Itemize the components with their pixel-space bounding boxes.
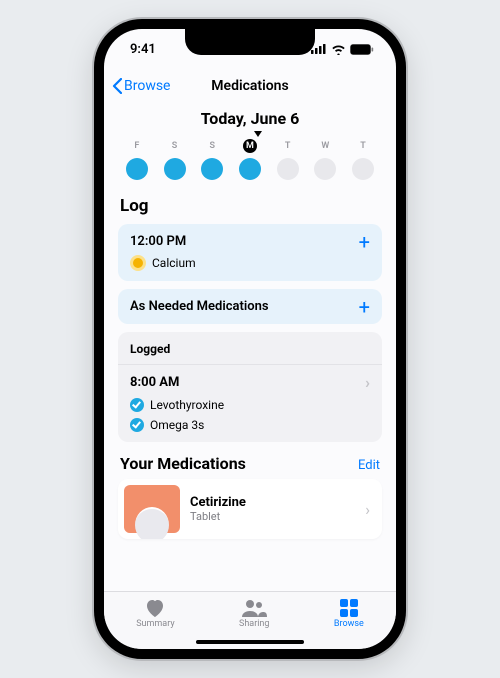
tab-label: Browse xyxy=(334,619,364,629)
chevron-right-icon: › xyxy=(365,500,370,519)
tab-label: Summary xyxy=(136,619,174,629)
medication-card[interactable]: Cetirizine Tablet › xyxy=(118,479,382,539)
your-meds-title: Your Medications xyxy=(120,454,246,473)
home-indicator[interactable] xyxy=(196,640,304,644)
logged-label: Logged xyxy=(130,342,370,356)
grid-icon xyxy=(339,598,359,618)
content: Today, June 6 F S S M T W T Log 12:00 PM + Cal… xyxy=(104,103,396,591)
heart-icon xyxy=(144,598,166,618)
week-day-letter: F xyxy=(130,139,144,153)
back-label: Browse xyxy=(124,78,170,94)
week-day-letter: S xyxy=(168,139,182,153)
medication-form: Tablet xyxy=(190,510,246,523)
medication-thumb-icon xyxy=(124,485,180,533)
chevron-left-icon xyxy=(112,78,122,94)
tab-browse[interactable]: Browse xyxy=(334,598,364,629)
logged-time: 8:00 AM xyxy=(130,375,179,390)
week-day-dot xyxy=(126,158,148,180)
status-time: 9:41 xyxy=(130,42,156,57)
nav-header: Browse Medications xyxy=(104,69,396,103)
week-day-letter: M xyxy=(243,139,257,153)
week-day[interactable]: S xyxy=(160,139,190,180)
add-as-needed-button[interactable]: + xyxy=(359,300,370,314)
edit-button[interactable]: Edit xyxy=(358,458,380,473)
week-day-letter: W xyxy=(318,139,332,153)
logged-med-name: Levothyroxine xyxy=(150,398,224,412)
tab-label: Sharing xyxy=(239,619,269,629)
week-day-dot xyxy=(201,158,223,180)
scheduled-card[interactable]: 12:00 PM + Calcium xyxy=(118,224,382,281)
logged-card[interactable]: Logged 8:00 AM › Levothyroxine Omega 3s xyxy=(118,332,382,442)
week-day-dot xyxy=(239,158,261,180)
week-row: FSSMTWT xyxy=(118,139,382,180)
scheduled-med-name: Calcium xyxy=(152,256,196,270)
battery-icon xyxy=(350,44,374,55)
today-indicator-icon xyxy=(254,131,262,137)
week-day[interactable]: S xyxy=(197,139,227,180)
back-button[interactable]: Browse xyxy=(112,69,170,103)
notch xyxy=(185,29,315,55)
tab-sharing[interactable]: Sharing xyxy=(239,598,269,629)
date-header: Today, June 6 F S S M T W T xyxy=(118,109,382,180)
tab-bar: Summary Sharing Browse xyxy=(104,591,396,649)
check-icon xyxy=(130,418,144,432)
tab-summary[interactable]: Summary xyxy=(136,598,174,629)
divider xyxy=(118,364,382,365)
logged-med-row: Omega 3s xyxy=(130,418,370,432)
week-day-letter: T xyxy=(281,139,295,153)
scheduled-time: 12:00 PM xyxy=(130,234,186,249)
week-day-letter: S xyxy=(205,139,219,153)
week-day-dot xyxy=(277,158,299,180)
week-day[interactable]: W xyxy=(310,139,340,180)
check-icon xyxy=(130,398,144,412)
week-day[interactable]: T xyxy=(273,139,303,180)
scheduled-med-row: Calcium xyxy=(130,255,370,271)
as-needed-label: As Needed Medications xyxy=(130,299,269,314)
your-meds-header: Your Medications Edit xyxy=(120,454,380,473)
week-day[interactable]: F xyxy=(122,139,152,180)
page-title: Medications xyxy=(211,78,288,94)
week-day[interactable]: M xyxy=(235,139,265,180)
medication-name: Cetirizine xyxy=(190,495,246,510)
week-day-letter: T xyxy=(356,139,370,153)
chevron-right-icon: › xyxy=(365,373,370,392)
week-day-dot xyxy=(314,158,336,180)
week-day-dot xyxy=(164,158,186,180)
log-section-title: Log xyxy=(120,196,382,216)
wifi-icon xyxy=(331,44,346,55)
logged-med-name: Omega 3s xyxy=(150,418,204,432)
today-title: Today, June 6 xyxy=(118,109,382,128)
logged-med-row: Levothyroxine xyxy=(130,398,370,412)
device-frame: 9:41 Browse Medications xyxy=(94,19,406,659)
pill-icon xyxy=(130,255,146,271)
as-needed-card[interactable]: As Needed Medications + xyxy=(118,289,382,324)
add-scheduled-button[interactable]: + xyxy=(359,235,370,249)
week-day[interactable]: T xyxy=(348,139,378,180)
week-day-dot xyxy=(352,158,374,180)
people-icon xyxy=(241,598,267,618)
screen: 9:41 Browse Medications xyxy=(104,29,396,649)
